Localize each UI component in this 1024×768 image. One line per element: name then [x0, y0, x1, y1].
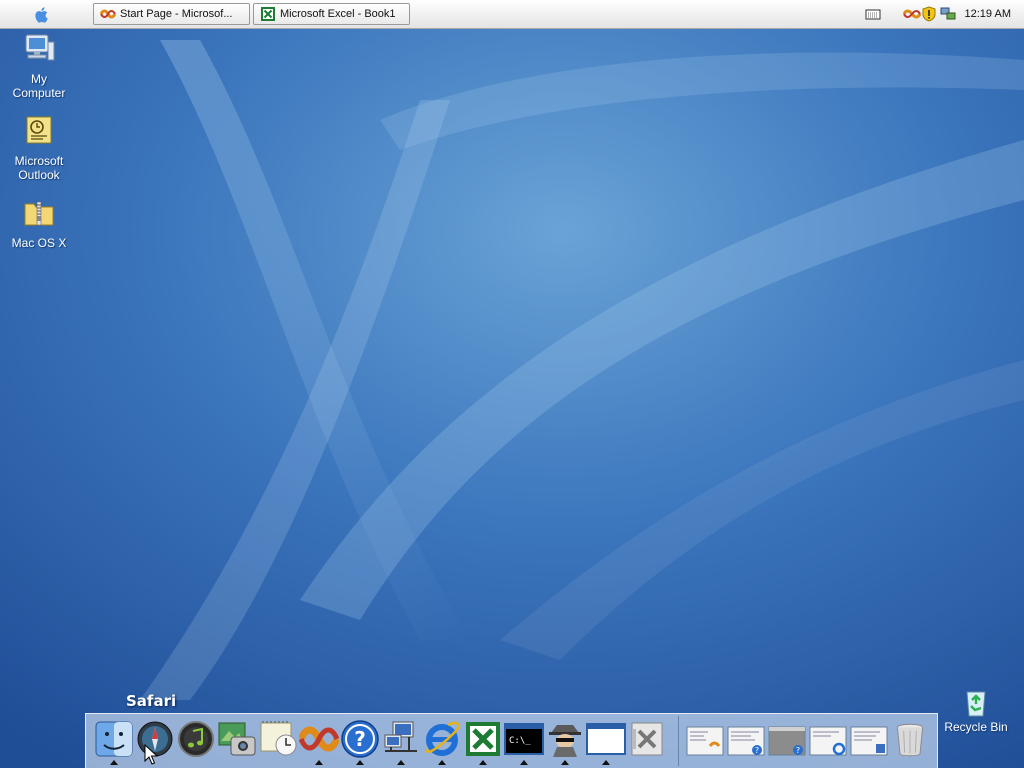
desktop-icon-mac-os-x[interactable]: Mac OS X	[1, 196, 77, 251]
excel-icon	[261, 7, 275, 21]
zip-folder-icon	[24, 201, 54, 226]
command-prompt-icon: C:\_	[504, 723, 544, 755]
mouse-cursor	[144, 744, 159, 765]
desktop-icon-label: Computer	[12, 86, 66, 100]
dock-item-system-tools[interactable]	[627, 719, 667, 759]
running-indicator	[438, 760, 446, 765]
itunes-icon	[178, 721, 214, 757]
svg-text:?: ?	[796, 746, 800, 755]
browser-icon	[100, 9, 116, 19]
running-indicator	[561, 760, 569, 765]
recycle-bin-icon	[966, 691, 986, 717]
ie-icon	[425, 721, 460, 756]
svg-text:C:\_: C:\_	[509, 736, 531, 746]
desktop-icon-recycle-bin[interactable]: Recycle Bin	[936, 686, 1016, 734]
clock[interactable]: 12:19 AM	[965, 8, 1011, 20]
desktop-icon-label: Outlook	[18, 168, 60, 182]
dock-item-spy[interactable]	[545, 719, 585, 765]
running-indicator	[397, 760, 405, 765]
dock-item-ical[interactable]	[258, 719, 298, 759]
dock-item-internet-explorer[interactable]	[422, 719, 462, 765]
desktop-icon-label: Recycle Bin	[944, 720, 1008, 734]
window-thumbnail-3[interactable]: ?	[768, 726, 806, 756]
running-indicator	[110, 760, 118, 765]
desktop-icon-microsoft-outlook[interactable]: Microsoft Outlook	[1, 114, 77, 183]
iphoto-icon	[218, 722, 256, 756]
running-indicator	[315, 760, 323, 765]
running-indicator	[602, 760, 610, 765]
dock-item-finder[interactable]	[94, 719, 134, 765]
window-thumbnail-1[interactable]	[686, 726, 724, 756]
taskbar-tab-excel[interactable]: Microsoft Excel - Book1	[253, 3, 410, 25]
window-thumbnail-2[interactable]: ?	[727, 726, 765, 756]
desktop-icon-label: Mac OS X	[11, 236, 67, 250]
dock-item-itunes[interactable]	[176, 719, 216, 759]
dock: ? C:\_ ? ?	[85, 713, 938, 768]
desktop-wallpaper	[0, 0, 1024, 768]
dock-separator	[678, 716, 679, 766]
excel-icon	[466, 722, 500, 756]
network-computer-icon	[384, 721, 417, 752]
spy-icon	[549, 725, 581, 757]
browser-icon	[299, 726, 339, 752]
security-shield-icon[interactable]	[921, 6, 937, 22]
trash-icon	[896, 723, 924, 757]
svg-text:?: ?	[354, 727, 366, 751]
window-thumbnail-5[interactable]	[850, 726, 888, 756]
ical-icon	[260, 721, 297, 756]
system-tray: 12:19 AM	[865, 0, 1024, 28]
finder-icon	[95, 721, 133, 757]
running-indicator	[520, 760, 528, 765]
running-indicator	[479, 760, 487, 765]
dock-item-iphoto[interactable]	[217, 719, 257, 759]
top-menubar: Start Page - Microsof... Microsoft Excel…	[0, 0, 1024, 29]
network-icon[interactable]	[902, 7, 921, 21]
taskbar-tab-start-page[interactable]: Start Page - Microsof...	[93, 3, 250, 25]
help-icon: ?	[341, 720, 379, 758]
dock-item-trash[interactable]	[892, 720, 928, 760]
tools-icon	[631, 722, 663, 756]
outlook-icon	[26, 116, 52, 144]
connection-icon[interactable]	[939, 6, 957, 22]
computer-icon	[25, 34, 55, 61]
keyboard-icon[interactable]	[865, 7, 881, 21]
taskbar-tab-label: Start Page - Microsof...	[120, 8, 233, 20]
dock-item-command-prompt[interactable]: C:\_	[504, 719, 544, 765]
dock-item-start-page[interactable]	[299, 719, 339, 765]
taskbar-tab-label: Microsoft Excel - Book1	[280, 8, 396, 20]
window-icon	[586, 723, 626, 755]
apple-icon[interactable]	[32, 5, 52, 25]
svg-text:?: ?	[755, 746, 759, 755]
dock-item-excel[interactable]	[463, 719, 503, 765]
dock-item-network[interactable]	[381, 719, 421, 765]
desktop-icon-my-computer[interactable]: My Computer	[1, 32, 77, 101]
dock-item-window[interactable]	[586, 719, 626, 765]
dock-tooltip: Safari	[126, 692, 177, 710]
running-indicator	[356, 760, 364, 765]
window-thumbnail-4[interactable]	[809, 726, 847, 756]
dock-item-help[interactable]: ?	[340, 719, 380, 765]
